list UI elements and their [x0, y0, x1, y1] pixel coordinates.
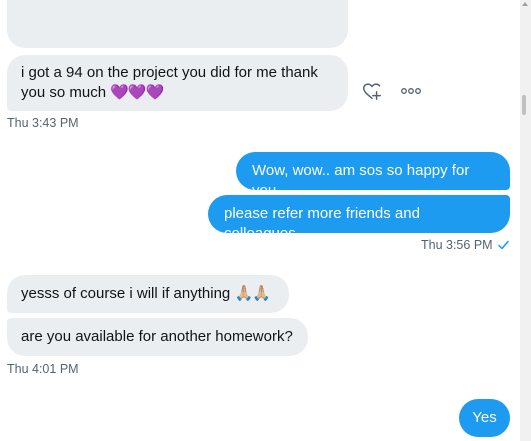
message-text: are you available for another homework? [21, 328, 293, 345]
message-text: please refer more friends and colleagues… [224, 205, 420, 242]
timestamp-text: Thu 3:56 PM [421, 238, 493, 252]
timestamp: Thu 3:56 PM [421, 238, 509, 252]
message-text: yesss of course i will if anything [21, 285, 231, 302]
message-bubble-outgoing[interactable]: please refer more friends and colleagues… [208, 195, 510, 242]
message-text: Wow, wow.. am sos so happy for you [252, 162, 470, 199]
message-text: i got a 94 on the project you did for me… [21, 64, 318, 81]
timestamp: Thu 3:43 PM [7, 116, 79, 130]
message-text: Yes [472, 409, 497, 426]
folded-hands-emoji: 🙏🏼🙏🏼 [234, 285, 270, 302]
scroll-up-arrow-icon[interactable] [522, 2, 528, 6]
timestamp: Thu 4:01 PM [7, 362, 79, 376]
message-bubble-incoming[interactable]: yesss of course i will if anything 🙏🏼🙏🏼 [7, 275, 289, 313]
check-icon [498, 240, 509, 250]
message-thread: i got a 94 on the project you did for me… [0, 0, 520, 441]
more-options-icon[interactable] [400, 84, 422, 98]
purple-heart-emoji: 💜💜💜 [110, 84, 164, 101]
scrollbar[interactable] [520, 0, 531, 441]
message-bubble-outgoing[interactable]: Wow, wow.. am sos so happy for you [236, 152, 510, 199]
add-reaction-icon[interactable] [361, 80, 383, 102]
message-bubble-outgoing[interactable]: Yes [459, 399, 510, 437]
message-bubble-incoming[interactable]: i got a 94 on the project you did for me… [7, 55, 348, 111]
message-bubble-incoming[interactable]: are you available for another homework? [7, 318, 308, 356]
scrollbar-thumb[interactable] [522, 95, 526, 115]
message-text-line2: you so much 💜💜💜 [21, 84, 164, 101]
message-bubble-previous[interactable] [7, 0, 348, 48]
